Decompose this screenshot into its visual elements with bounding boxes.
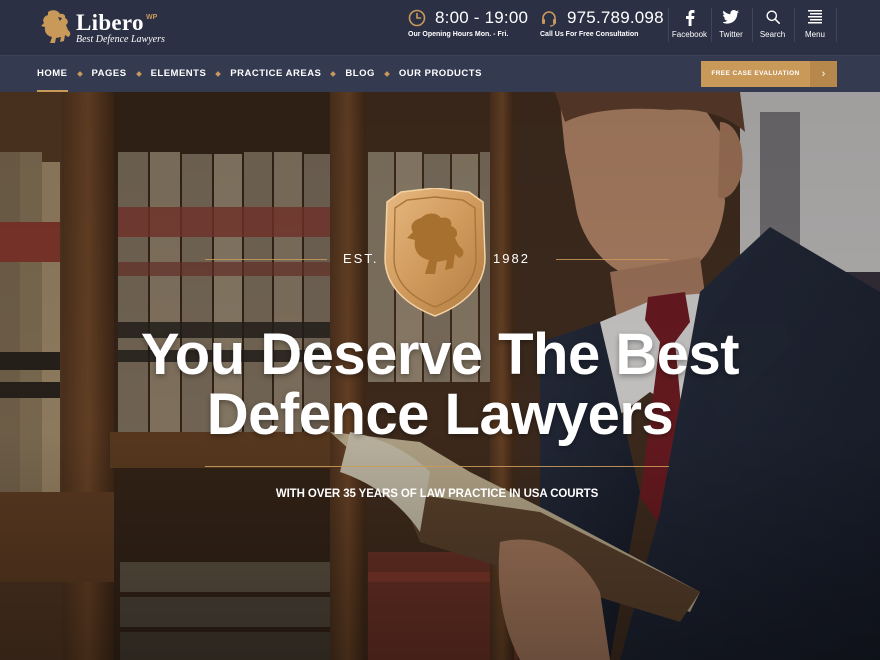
top-header: Libero WP Best Defence Lawyers 8:00 - 19… [0,0,880,55]
est-year: 1982 [493,251,530,266]
nav-separator [76,71,83,77]
phone-contact[interactable]: 975.789.098 Call Us For Free Consultatio… [540,8,664,45]
menu-icon [808,10,822,24]
headline-divider [205,466,669,467]
search-button[interactable]: Search [752,0,793,45]
search-label: Search [759,30,786,39]
opening-hours: 8:00 - 19:00 Our Opening Hours Mon. - Fr… [408,8,529,45]
cta-label: FREE CASE EVALUATION [711,70,800,77]
search-icon [766,10,780,24]
lion-crest-emblem-icon [384,188,486,317]
facebook-icon [685,10,694,26]
brand-tagline: Best Defence Lawyers [76,34,165,45]
brand-name: Libero [76,10,144,35]
lion-logo-icon [41,10,71,43]
nav-item-pages[interactable]: PAGES [92,56,127,92]
main-nav: HOME PAGES ELEMENTS PRACTICE AREAS BLOG … [37,56,482,92]
phone-caption: Call Us For Free Consultation [540,31,639,38]
est-label: EST. [343,251,379,266]
headset-icon [542,11,556,27]
twitter-label: Twitter [719,30,743,39]
nav-item-home[interactable]: HOME [37,56,68,92]
hours-caption: Our Opening Hours Mon. - Fri. [408,31,509,38]
nav-item-elements[interactable]: ELEMENTS [151,56,207,92]
divider [836,8,837,42]
menu-button[interactable]: Menu [794,0,836,45]
hero-headline-line2: Defence Lawyers [206,382,674,447]
nav-item-blog[interactable]: BLOG [345,56,374,92]
free-case-evaluation-button[interactable]: FREE CASE EVALUATION › [701,61,837,87]
twitter-link[interactable]: Twitter [711,0,751,45]
facebook-label: Facebook [671,30,708,39]
phone-value: 975.789.098 [567,8,664,27]
menu-label: Menu [804,30,825,39]
hero-subheading: WITH OVER 35 YEARS OF LAW PRACTICE IN US… [275,488,599,500]
nav-separator [135,71,142,77]
est-left-rule [205,259,327,260]
clock-icon [408,9,426,27]
brand-superscript: WP [146,14,158,21]
est-right-rule [556,259,669,260]
nav-item-practice-areas[interactable]: PRACTICE AREAS [230,56,321,92]
hero-headline-line1: You Deserve The Best [140,322,740,387]
nav-separator [215,71,222,77]
nav-item-our-products[interactable]: OUR PRODUCTS [399,56,482,92]
chevron-right-icon: › [810,61,837,87]
main-nav-bar: HOME PAGES ELEMENTS PRACTICE AREAS BLOG … [0,55,880,92]
hours-value: 8:00 - 19:00 [435,8,529,27]
twitter-icon [723,10,739,24]
nav-separator [330,71,337,77]
brand-logo[interactable]: Libero WP Best Defence Lawyers [38,8,168,48]
facebook-link[interactable]: Facebook [668,0,711,45]
nav-separator [384,71,390,77]
